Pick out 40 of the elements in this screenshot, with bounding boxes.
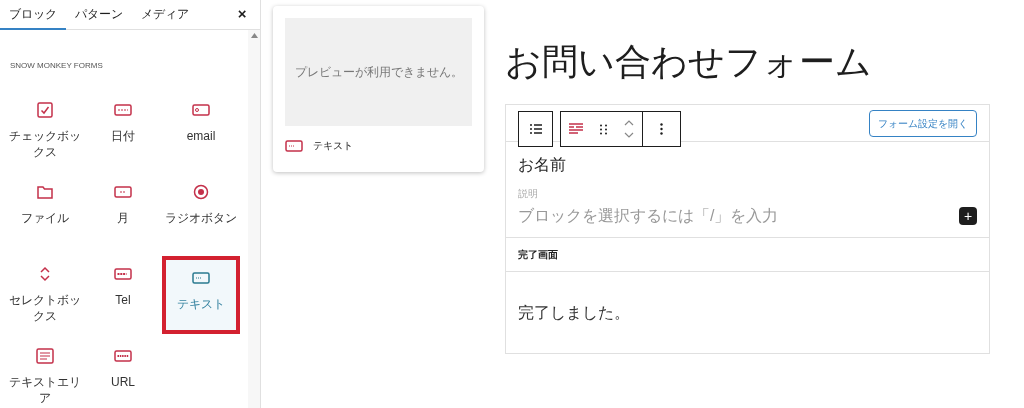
tel-field-icon [114, 268, 132, 280]
scroll-up-icon[interactable] [250, 33, 258, 38]
block-item[interactable]: Tel [84, 256, 162, 334]
month-field-icon [114, 186, 132, 198]
block-item[interactable]: ラジオボタン [162, 174, 240, 252]
list-view-button[interactable] [518, 111, 553, 147]
block-item[interactable]: URL [84, 338, 162, 408]
completion-message: 完了しました。 [518, 302, 630, 323]
preview-message: プレビューが利用できません。 [294, 64, 463, 81]
panel-tab[interactable]: メディア [132, 0, 198, 30]
chevron-up-down-icon [39, 266, 51, 282]
email-field-icon [192, 104, 210, 116]
panel-tab[interactable]: ブロック [0, 0, 66, 30]
close-button[interactable]: × [237, 3, 247, 26]
block-item[interactable]: 月 [84, 174, 162, 252]
block-item[interactable]: テキストエリア [6, 338, 84, 408]
folder-icon [37, 185, 53, 199]
radio-icon [193, 184, 209, 200]
block-item[interactable]: テキスト [162, 256, 240, 334]
date-field-icon [114, 104, 132, 116]
section-heading: 完了画面 [518, 248, 558, 262]
url-field-icon [114, 350, 132, 362]
form-settings-button[interactable]: フォーム設定を開く [869, 109, 977, 137]
preview-block-name: テキスト [313, 139, 354, 153]
block-item[interactable]: チェックボックス [6, 92, 84, 170]
panel-tab[interactable]: パターン [66, 0, 132, 30]
more-options-icon[interactable] [660, 123, 663, 135]
block-item[interactable]: セレクトボックス [6, 256, 84, 334]
move-up-down-icon[interactable] [623, 119, 634, 139]
category-heading: SNOW MONKEY FORMS [10, 60, 104, 72]
add-block-button[interactable]: + [959, 207, 977, 225]
list-icon [529, 124, 542, 134]
drag-handle-icon[interactable] [600, 123, 607, 135]
block-item[interactable]: email [162, 92, 240, 170]
block-item[interactable]: ファイル [6, 174, 84, 252]
page-title: お問い合わせフォーム [505, 40, 873, 84]
block-item[interactable]: 日付 [84, 92, 162, 170]
textarea-icon [36, 348, 54, 364]
checkbox-icon [37, 102, 53, 118]
field-label: お名前 [518, 155, 567, 175]
